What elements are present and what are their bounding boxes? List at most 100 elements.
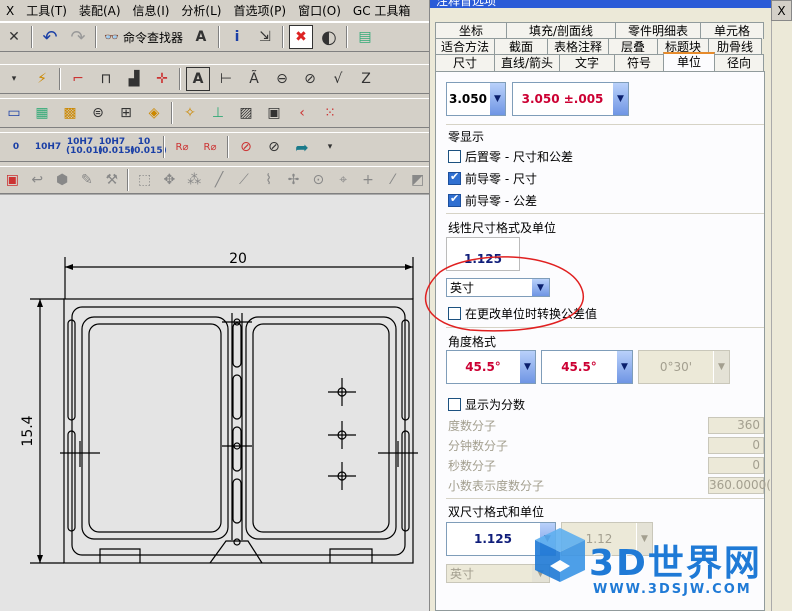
quadrant-icon[interactable]: ⌖ bbox=[333, 168, 354, 192]
select-icon[interactable]: ▣ bbox=[2, 168, 23, 192]
tolerance-format-dropdown[interactable]: 3.050 ±.005 ▼ bbox=[512, 82, 629, 116]
note-icon[interactable]: A bbox=[186, 67, 210, 91]
move-icon[interactable]: ✥ bbox=[159, 168, 180, 192]
coordinate-icon[interactable]: ⊥ bbox=[206, 101, 230, 125]
base-view-icon[interactable]: ⌐ bbox=[66, 67, 90, 91]
degree-numerator-input[interactable]: 360 bbox=[708, 417, 764, 434]
tab-text[interactable]: 文字 bbox=[559, 54, 615, 71]
table-icon[interactable]: Z bbox=[354, 67, 378, 91]
tab-stacking[interactable]: 层叠 bbox=[608, 38, 658, 55]
no-symbol-icon[interactable]: ⊘ bbox=[262, 135, 286, 159]
tab-section[interactable]: 截面 bbox=[494, 38, 548, 55]
pointer-icon[interactable]: ⇲ bbox=[253, 25, 277, 49]
menu-item-info[interactable]: 信息(I) bbox=[127, 0, 176, 22]
leading-zero-tolerance-checkbox[interactable]: 前导零 - 公差 bbox=[448, 191, 537, 209]
select-filter-icon[interactable]: ✖ bbox=[288, 25, 313, 49]
dimension-horizontal-text[interactable]: 20 bbox=[229, 251, 247, 267]
angle-format-dropdown-1[interactable]: 45.5° ▼ bbox=[446, 350, 536, 384]
redo-icon[interactable]: ↷ bbox=[66, 25, 90, 49]
tolerance-button[interactable]: 10 (0.015) bbox=[130, 138, 167, 156]
point-on-curve-icon[interactable]: ⁂ bbox=[184, 168, 205, 192]
label-icon[interactable]: ⊢ bbox=[214, 67, 238, 91]
linear-unit-select[interactable]: 英寸 ▼ bbox=[446, 278, 550, 297]
hatch-icon[interactable]: ▨ bbox=[234, 101, 258, 125]
menu-item-close[interactable]: X bbox=[0, 0, 20, 22]
no-diameter-icon[interactable]: ⊘ bbox=[234, 135, 258, 159]
tab-fit-method[interactable]: 适合方法 bbox=[435, 38, 495, 55]
update-icon[interactable]: ✧ bbox=[178, 101, 202, 125]
tolerance-button[interactable]: 0 bbox=[2, 142, 30, 152]
tab-cell[interactable]: 单元格 bbox=[700, 22, 764, 39]
arrow-refresh-icon[interactable]: ➦ bbox=[290, 135, 314, 159]
tab-symbol[interactable]: 符号 bbox=[614, 54, 664, 71]
close-button[interactable]: X bbox=[771, 0, 792, 21]
section-view-icon[interactable]: ⊓ bbox=[94, 67, 118, 91]
tab-units[interactable]: 单位 bbox=[663, 52, 715, 71]
second-numerator-input[interactable]: 0 bbox=[708, 457, 764, 474]
undo-small-icon[interactable]: ↩ bbox=[27, 168, 48, 192]
command-finder-button[interactable]: 👓 命令查找器 bbox=[104, 29, 183, 46]
dimension-icon[interactable]: ⚡ bbox=[30, 67, 54, 91]
menu-item-gc-toolbox[interactable]: GC 工具箱 bbox=[347, 0, 417, 22]
point-on-face-icon[interactable]: ⁄ bbox=[382, 168, 403, 192]
menu-item-assembly[interactable]: 装配(A) bbox=[73, 0, 127, 22]
zoom-icon[interactable]: ⊖ bbox=[270, 67, 294, 91]
decimal-degree-numerator-input[interactable]: 360.0000( bbox=[708, 477, 771, 494]
tolerance-button[interactable]: 10H7 bbox=[34, 142, 62, 152]
chevron-down-icon[interactable]: ▾ bbox=[2, 67, 26, 91]
tab-dimension[interactable]: 尺寸 bbox=[435, 54, 495, 71]
dimension-format-dropdown[interactable]: 3.050 ▼ bbox=[446, 82, 506, 116]
tab-radial[interactable]: 径向 bbox=[714, 54, 764, 71]
arc-center-icon[interactable]: ⊙ bbox=[308, 168, 329, 192]
angle-format-dropdown-3[interactable]: 0°30' ▼ bbox=[638, 350, 730, 384]
text-style-icon[interactable]: A bbox=[189, 25, 213, 49]
insert-row-icon[interactable]: ◈ bbox=[142, 101, 166, 125]
undo-icon[interactable]: ↶ bbox=[38, 25, 62, 49]
angle-format-dropdown-2[interactable]: 45.5° ▼ bbox=[541, 350, 633, 384]
balloon-icon[interactable]: ⊜ bbox=[86, 101, 110, 125]
tab-rib-line[interactable]: 肋骨线 bbox=[708, 38, 762, 55]
tabular-note-icon[interactable]: ▩ bbox=[58, 101, 82, 125]
layers-icon[interactable]: ▤ bbox=[353, 25, 377, 49]
area-fill-icon[interactable]: ▣ bbox=[262, 101, 286, 125]
symbol-icon[interactable]: Ã bbox=[242, 67, 266, 91]
tab-coordinate[interactable]: 坐标 bbox=[435, 22, 507, 39]
menu-item-window[interactable]: 窗口(O) bbox=[292, 0, 347, 22]
arc-icon[interactable]: ‹ bbox=[290, 101, 314, 125]
control-point-icon[interactable]: ⌇ bbox=[258, 168, 279, 192]
convert-tolerance-checkbox[interactable]: 在更改单位时转换公差值 bbox=[448, 304, 597, 322]
hammer-icon[interactable]: ⚒ bbox=[101, 168, 122, 192]
render-icon[interactable]: ◐ bbox=[317, 25, 341, 49]
close-icon[interactable]: ✕ bbox=[2, 25, 26, 49]
tab-fill-hatch[interactable]: 填充/剖面线 bbox=[506, 22, 616, 39]
menu-item-analysis[interactable]: 分析(L) bbox=[175, 0, 227, 22]
line-icon[interactable]: ╱ bbox=[209, 168, 230, 192]
endpoint-icon[interactable]: ⟋ bbox=[233, 168, 254, 192]
intersection-icon[interactable]: ✢ bbox=[283, 168, 304, 192]
drawing-canvas[interactable]: 20 15.4 bbox=[0, 194, 430, 611]
chevron-down-icon[interactable]: ▾ bbox=[318, 135, 342, 159]
show-fraction-checkbox[interactable]: 显示为分数 bbox=[448, 395, 525, 413]
parts-list-icon[interactable]: ▦ bbox=[30, 101, 54, 125]
tab-line-arrow[interactable]: 直线/箭头 bbox=[494, 54, 560, 71]
detail-view-icon[interactable]: ▟ bbox=[122, 67, 146, 91]
box-select-icon[interactable]: ⬚ bbox=[134, 168, 155, 192]
trailing-zero-checkbox[interactable]: 后置零 - 尺寸和公差 bbox=[448, 147, 573, 165]
radius-icon[interactable]: R⌀ bbox=[170, 135, 194, 159]
tolerance-button[interactable]: 10H7 (10.01) bbox=[66, 138, 103, 156]
drawing-sheet-icon[interactable]: ▭ bbox=[2, 101, 26, 125]
info-icon[interactable]: i bbox=[225, 25, 249, 49]
menu-item-tools[interactable]: 工具(T) bbox=[20, 0, 73, 22]
leading-zero-dimension-checkbox[interactable]: 前导零 - 尺寸 bbox=[448, 169, 537, 187]
diameter-icon[interactable]: R⌀ bbox=[198, 135, 222, 159]
auto-balloon-icon[interactable]: ⊞ bbox=[114, 101, 138, 125]
tab-parts-list[interactable]: 零件明细表 bbox=[615, 22, 701, 39]
dimension-vertical-text[interactable]: 15.4 bbox=[20, 415, 36, 446]
surface-finish-icon[interactable]: √ bbox=[326, 67, 350, 91]
grid-snap-icon[interactable]: ⁙ bbox=[318, 101, 342, 125]
menu-item-preferences[interactable]: 首选项(P) bbox=[227, 0, 292, 22]
minute-numerator-input[interactable]: 0 bbox=[708, 437, 764, 454]
tolerance-button[interactable]: 10H7 (0.015) bbox=[98, 138, 135, 156]
bounded-grid-icon[interactable]: ◩ bbox=[407, 168, 428, 192]
centerline-icon[interactable]: ✛ bbox=[150, 67, 174, 91]
